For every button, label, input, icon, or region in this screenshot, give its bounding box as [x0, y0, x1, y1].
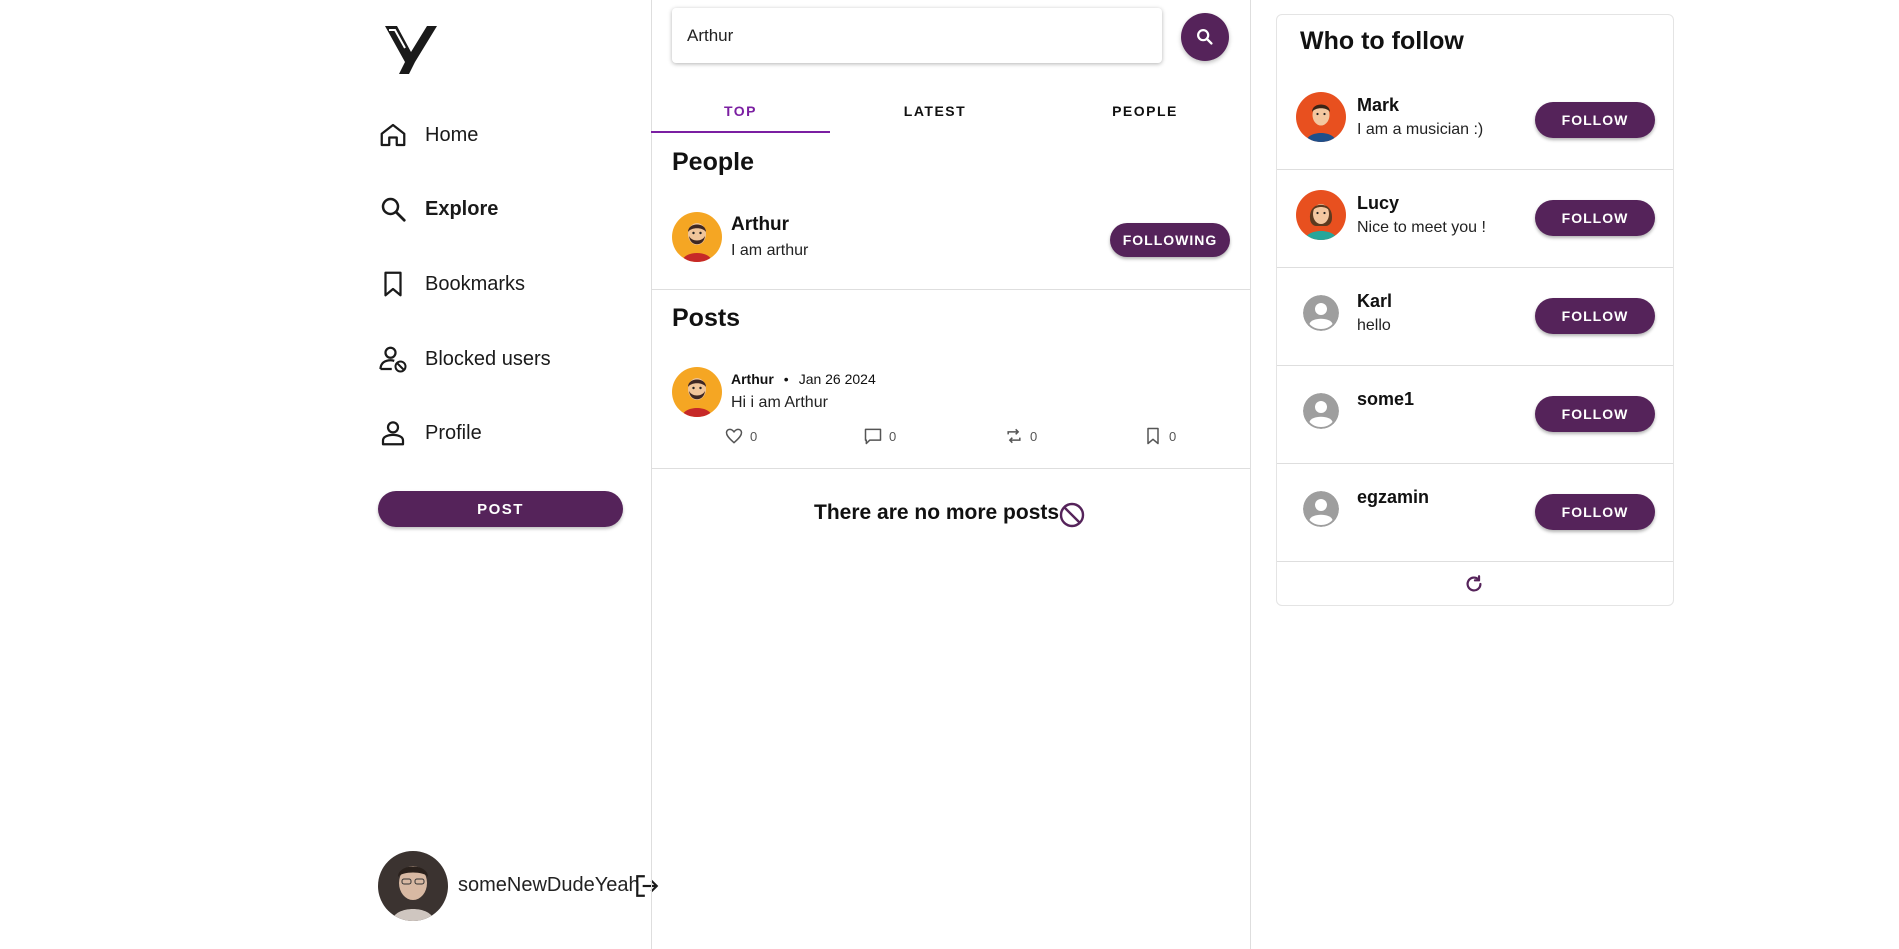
suggested-user-bio: hello [1357, 317, 1391, 334]
suggested-user-name[interactable]: egzamin [1357, 487, 1429, 508]
tab-people[interactable]: PEOPLE [1040, 90, 1250, 132]
post-separator: • [783, 371, 789, 387]
current-user-name: someNewDudeYeah [458, 874, 640, 896]
repost-icon [1007, 428, 1021, 444]
follow-button[interactable]: FOLLOW [1535, 298, 1655, 334]
post-button[interactable]: POST [378, 491, 623, 527]
bookmark-count: 0 [1169, 428, 1177, 444]
sidebar-item-label: Home [425, 123, 479, 146]
blocked-user-icon [379, 346, 407, 373]
search-icon [1197, 29, 1213, 45]
person-name[interactable]: Arthur [731, 214, 789, 236]
like-count: 0 [750, 428, 758, 444]
list-divider [1277, 365, 1673, 366]
suggested-user-name[interactable]: Mark [1357, 95, 1399, 116]
active-tab-indicator [651, 131, 830, 133]
section-divider [651, 289, 1250, 290]
search-input[interactable] [672, 8, 1162, 63]
follow-button[interactable]: FOLLOW [1535, 494, 1655, 530]
repost-button[interactable]: 0 [1004, 426, 1037, 446]
repost-count: 0 [1030, 428, 1038, 444]
heart-icon [725, 428, 743, 444]
follow-button[interactable]: FOLLOW [1535, 200, 1655, 236]
comment-icon [864, 428, 882, 445]
column-divider [1250, 0, 1251, 949]
refresh-icon[interactable] [1463, 573, 1485, 595]
avatar[interactable] [1303, 295, 1339, 331]
suggested-user-bio: I am a musician :) [1357, 121, 1484, 138]
bookmark-icon [1147, 427, 1159, 445]
sidebar-item-label: Bookmarks [425, 272, 526, 295]
list-divider [1277, 561, 1673, 562]
tab-latest[interactable]: LATEST [830, 90, 1040, 132]
sidebar-item-label: Blocked users [425, 347, 551, 370]
people-section-title: People [672, 148, 754, 176]
end-of-posts-message: There are no more posts [814, 501, 1060, 524]
home-icon [380, 123, 406, 147]
sidebar-item-bookmarks[interactable]: Bookmarks [378, 264, 525, 304]
bookmark-button[interactable]: 0 [1143, 426, 1176, 446]
sidebar-item-explore[interactable]: Explore [378, 189, 498, 229]
suggested-user-name[interactable]: Lucy [1357, 193, 1399, 214]
avatar[interactable] [1296, 92, 1346, 142]
following-button[interactable]: FOLLOWING [1110, 223, 1230, 257]
sidebar-item-profile[interactable]: Profile [378, 413, 482, 453]
post-author[interactable]: Arthur [731, 371, 774, 387]
logout-icon[interactable] [634, 873, 660, 899]
bookmark-icon [384, 271, 402, 297]
avatar[interactable] [672, 367, 722, 417]
app-logo[interactable] [383, 22, 439, 78]
block-icon [1058, 501, 1086, 529]
column-divider [651, 0, 652, 949]
tab-top[interactable]: TOP [651, 90, 830, 132]
person-icon [381, 421, 405, 446]
post-header: Arthur • Jan 26 2024 [731, 371, 876, 387]
comment-button[interactable]: 0 [863, 426, 896, 446]
section-divider [651, 468, 1250, 469]
follow-button[interactable]: FOLLOW [1535, 396, 1655, 432]
search-button[interactable] [1181, 13, 1229, 61]
list-divider [1277, 463, 1673, 464]
post-date: Jan 26 2024 [798, 371, 876, 387]
avatar[interactable] [1303, 491, 1339, 527]
follow-button[interactable]: FOLLOW [1535, 102, 1655, 138]
like-button[interactable]: 0 [724, 426, 757, 446]
person-bio: I am arthur [731, 242, 809, 259]
search-icon [381, 197, 406, 222]
list-divider [1277, 267, 1673, 268]
sidebar-item-home[interactable]: Home [378, 115, 478, 155]
sidebar-item-blocked-users[interactable]: Blocked users [378, 339, 551, 379]
who-to-follow-title: Who to follow [1300, 27, 1464, 55]
suggested-user-name[interactable]: some1 [1357, 389, 1414, 410]
comment-count: 0 [889, 428, 897, 444]
post-text: Hi i am Arthur [731, 394, 828, 411]
sidebar-item-label: Explore [425, 197, 499, 220]
avatar[interactable] [1296, 190, 1346, 240]
suggested-user-bio: Nice to meet you ! [1357, 219, 1486, 236]
list-divider [1277, 169, 1673, 170]
posts-section-title: Posts [672, 304, 741, 332]
avatar[interactable] [378, 851, 448, 921]
suggested-user-name[interactable]: Karl [1357, 291, 1392, 312]
sidebar-item-label: Profile [425, 421, 482, 444]
avatar[interactable] [672, 212, 722, 262]
avatar[interactable] [1303, 393, 1339, 429]
